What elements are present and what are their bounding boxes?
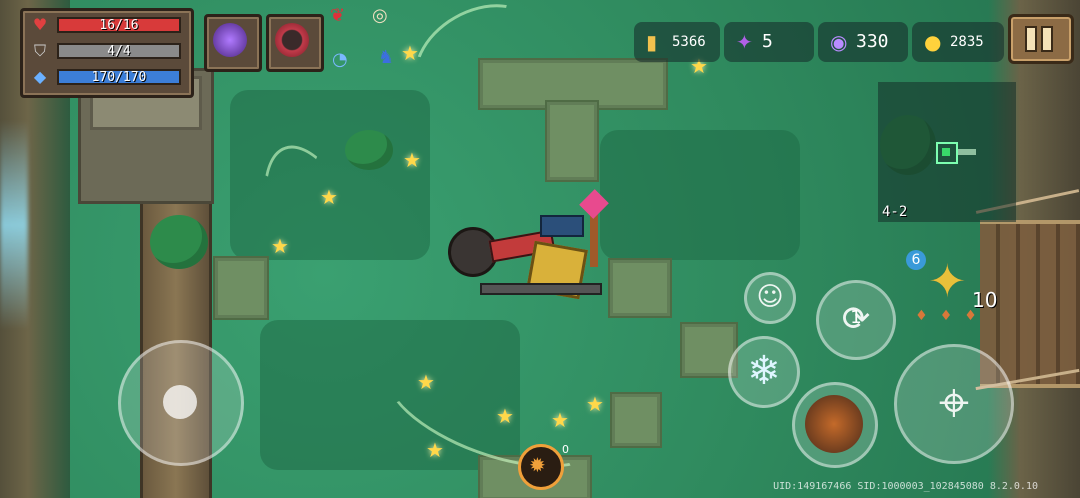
archer-target-icon: ◎ <box>372 5 388 26</box>
crosshair-icon: ⌖ <box>938 371 970 434</box>
shuriken-star: ★ <box>551 408 569 432</box>
snowflake-icon: ❄ <box>747 348 781 394</box>
weapon-swap-button[interactable]: ⟳ 1 <box>816 280 896 360</box>
red-butterfly-icon: ❦ <box>330 5 346 26</box>
meat-skewer-icon <box>805 395 863 453</box>
purple-coin-icon: ◉ <box>830 30 848 54</box>
armor-text: 4/4 <box>107 44 131 59</box>
buff-slot-2[interactable] <box>266 14 324 72</box>
shuriken-star: ★ <box>401 41 419 65</box>
bush <box>150 215 208 269</box>
stone-tile <box>545 100 599 182</box>
blue-knight-icon: ♞ <box>378 47 395 68</box>
purple-gem-icon: ✦ <box>736 30 753 54</box>
level-label: 4-2 <box>882 204 908 220</box>
rifle <box>480 283 602 295</box>
health-text: 16/16 <box>99 18 139 33</box>
smiley-icon: ☺ <box>756 282 784 312</box>
attack-button[interactable]: ⌖ <box>894 344 1014 464</box>
armor-row: ⛉ 4/4 <box>29 41 185 61</box>
gold-coin-icon: ● <box>924 30 942 54</box>
bomb-item[interactable]: ✹ 0 <box>518 443 569 490</box>
grenade-icon: ✹ <box>529 453 546 477</box>
buff-slot-1[interactable] <box>204 14 262 72</box>
bullet-counter: ▮ 5366 <box>634 22 720 62</box>
weapon-slot[interactable]: 6 ✦ 10 ♦♦♦ <box>906 250 997 324</box>
stone-tile <box>608 258 672 318</box>
bullet-value: 5366 <box>672 34 706 50</box>
shuriken-weapon-icon: ✦ <box>928 254 967 308</box>
bomb-count: 0 <box>562 443 569 456</box>
player-character <box>440 189 609 305</box>
weapon-ammo-badge: 6 <box>906 250 926 270</box>
purple-coin-counter: ◉ 330 <box>818 22 908 62</box>
bush <box>345 130 393 170</box>
swap-badge: 1 <box>850 307 862 328</box>
energy-pips-icon: ♦♦♦ <box>915 308 989 324</box>
heart-icon: ♥ <box>32 15 48 34</box>
stone-tile <box>213 256 269 320</box>
shuriken-star: ★ <box>417 370 435 394</box>
shuriken-star: ★ <box>496 404 514 428</box>
bullet-icon: ▮ <box>646 30 658 54</box>
pause-icon <box>1041 26 1053 52</box>
energy-row: ◆ 170/170 <box>29 67 185 87</box>
player-marker <box>942 148 950 156</box>
dark-grass-patch <box>600 130 800 260</box>
diamond-icon: ◆ <box>33 67 47 86</box>
movement-joystick[interactable] <box>118 340 244 466</box>
stone-tile <box>610 392 662 448</box>
gem-counter: ✦ 5 <box>724 22 814 62</box>
armor-bar: 4/4 <box>57 43 181 59</box>
corridor <box>958 149 976 155</box>
blue-snail-icon: ◔ <box>332 49 348 70</box>
gem-value: 5 <box>762 31 773 52</box>
stats-panel: ♥ 16/16 ⛉ 4/4 ◆ 170/170 <box>20 8 194 98</box>
shuriken-star: ★ <box>320 185 338 209</box>
joystick-knob[interactable] <box>163 385 197 419</box>
special-weapon-button[interactable] <box>792 382 878 468</box>
game-viewport: ★ ★ ★ ★ ★ ★ ★ ★ ★ ★ ♥ 16/16 ⛉ 4/4 ◆ 170/… <box>0 0 1080 498</box>
health-row: ♥ 16/16 <box>29 15 185 35</box>
health-bar: 16/16 <box>57 17 181 33</box>
shuriken-star: ★ <box>403 148 421 172</box>
gold-coin-counter: ● 2835 <box>912 22 1004 62</box>
gold-coin-value: 2835 <box>950 34 984 50</box>
minimap[interactable]: 4-2 <box>878 82 1016 222</box>
uid-label: UID:149167466 SID:1000003_102845080 8.2.… <box>773 481 1038 492</box>
pause-icon <box>1025 26 1037 52</box>
pet-cart <box>540 215 584 237</box>
lightning-effect <box>0 120 28 330</box>
pause-button[interactable] <box>1008 14 1074 64</box>
purple-crystal-buff-icon <box>213 23 247 57</box>
shield-icon: ⛉ <box>33 41 46 60</box>
shuriken-star: ★ <box>271 234 289 258</box>
cage-buff-icon <box>275 23 309 57</box>
shuriken-star: ★ <box>586 392 604 416</box>
purple-coin-value: 330 <box>856 31 889 52</box>
shuriken-star: ★ <box>426 438 444 462</box>
energy-text: 170/170 <box>91 70 147 85</box>
energy-bar: 170/170 <box>57 69 181 85</box>
skill-button[interactable]: ❄ <box>728 336 800 408</box>
emote-button[interactable]: ☺ <box>744 272 796 324</box>
